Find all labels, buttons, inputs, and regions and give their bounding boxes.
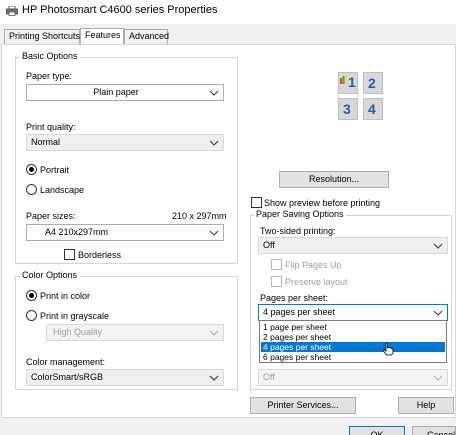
preview-page-4: 4 bbox=[363, 98, 383, 120]
color-management-label: Color management: bbox=[26, 357, 106, 367]
color-bars-icon bbox=[340, 75, 347, 84]
layout-preview: 1 2 3 4 bbox=[335, 68, 387, 124]
pages-per-sheet-options: 1 page per sheet 2 pages per sheet 4 pag… bbox=[259, 320, 447, 363]
chevron-down-icon bbox=[433, 375, 443, 381]
two-sided-value: Off bbox=[263, 240, 275, 250]
printer-icon bbox=[6, 6, 18, 16]
chevron-down-icon bbox=[209, 375, 219, 381]
show-preview-checkbox[interactable] bbox=[251, 197, 262, 208]
chevron-down-icon bbox=[209, 330, 219, 336]
tab-advanced[interactable]: Advanced bbox=[124, 29, 169, 44]
pages-per-sheet-value: 4 pages per sheet bbox=[263, 307, 336, 317]
preserve-layout-checkbox[interactable] bbox=[271, 276, 282, 287]
resolution-button[interactable]: Resolution... bbox=[279, 171, 389, 188]
chevron-down-icon bbox=[433, 310, 443, 316]
option-4-pages-per-sheet[interactable]: 4 pages per sheet bbox=[261, 342, 445, 352]
flip-pages-checkbox[interactable] bbox=[271, 259, 282, 270]
tab-strip: Printing Shortcuts Features Advanced bbox=[0, 28, 456, 45]
paper-size-dropdown[interactable]: A4 210x297mm bbox=[26, 224, 224, 241]
borderless-checkbox[interactable] bbox=[64, 249, 75, 260]
color-options-title: Color Options bbox=[20, 270, 80, 280]
preview-page-2: 2 bbox=[363, 72, 383, 94]
paper-type-value: Plain paper bbox=[93, 87, 139, 97]
portrait-radio[interactable] bbox=[26, 164, 37, 175]
color-management-value: ColorSmart/sRGB bbox=[31, 372, 104, 382]
print-in-color-label: Print in color bbox=[40, 291, 91, 301]
paper-type-label: Paper type: bbox=[26, 71, 73, 81]
print-in-grayscale-radio[interactable] bbox=[26, 310, 37, 321]
preview-page-number: 4 bbox=[368, 101, 376, 117]
chevron-down-icon bbox=[209, 230, 219, 236]
pages-per-sheet-dropdown[interactable]: 4 pages per sheet bbox=[258, 304, 448, 321]
preview-page-number: 2 bbox=[368, 75, 376, 91]
option-1-page-per-sheet[interactable]: 1 page per sheet bbox=[261, 322, 445, 332]
tab-printing-shortcuts[interactable]: Printing Shortcuts bbox=[4, 29, 80, 44]
chevron-down-icon bbox=[433, 243, 443, 249]
grayscale-quality-dropdown[interactable]: High Quality bbox=[46, 324, 224, 341]
basic-options-title: Basic Options bbox=[20, 51, 80, 61]
page-order-value: Off bbox=[263, 372, 275, 382]
pages-per-sheet-label: Pages per sheet: bbox=[260, 293, 329, 303]
print-quality-label: Print quality: bbox=[26, 122, 76, 132]
hand-cursor-icon bbox=[383, 342, 394, 356]
preview-page-3: 3 bbox=[338, 98, 358, 120]
paper-sizes-dims: 210 x 297mm bbox=[172, 211, 227, 221]
page-order-dropdown[interactable]: Off bbox=[258, 369, 448, 386]
title-bar: HP Photosmart C4600 series Properties bbox=[0, 0, 456, 24]
two-sided-dropdown[interactable]: Off bbox=[258, 237, 448, 254]
grayscale-quality-value: High Quality bbox=[53, 327, 103, 337]
print-in-color-radio[interactable] bbox=[26, 290, 37, 301]
flip-pages-label: Flip Pages Up bbox=[285, 260, 342, 270]
help-button[interactable]: Help bbox=[398, 397, 454, 414]
print-quality-dropdown[interactable]: Normal bbox=[26, 134, 224, 151]
show-preview-label: Show preview before printing bbox=[264, 198, 381, 208]
color-management-dropdown[interactable]: ColorSmart/sRGB bbox=[26, 369, 224, 386]
print-quality-value: Normal bbox=[31, 137, 61, 147]
option-6-pages-per-sheet[interactable]: 6 pages per sheet bbox=[261, 352, 445, 362]
cancel-button[interactable]: Cancel bbox=[412, 426, 456, 435]
option-2-pages-per-sheet[interactable]: 2 pages per sheet bbox=[261, 332, 445, 342]
preview-page-number: 3 bbox=[343, 101, 351, 117]
paper-size-value: A4 210x297mm bbox=[45, 227, 109, 237]
paper-saving-title: Paper Saving Options bbox=[254, 209, 346, 219]
portrait-label: Portrait bbox=[40, 165, 70, 175]
landscape-radio[interactable] bbox=[26, 184, 37, 195]
chevron-down-icon bbox=[209, 90, 219, 96]
preview-page-1: 1 bbox=[338, 72, 358, 94]
chevron-down-icon bbox=[209, 140, 219, 146]
landscape-label: Landscape bbox=[40, 185, 85, 195]
borderless-label: Borderless bbox=[78, 250, 122, 260]
two-sided-label: Two-sided printing: bbox=[260, 226, 336, 236]
window-title: HP Photosmart C4600 series Properties bbox=[22, 4, 218, 16]
paper-type-dropdown[interactable]: Plain paper bbox=[26, 84, 224, 101]
paper-sizes-label: Paper sizes: bbox=[26, 211, 76, 221]
preserve-layout-label: Preserve layout bbox=[285, 277, 348, 287]
preview-page-number: 1 bbox=[348, 74, 356, 90]
printer-services-button[interactable]: Printer Services... bbox=[250, 397, 356, 414]
ok-button[interactable]: OK bbox=[349, 426, 405, 435]
tab-features[interactable]: Features bbox=[80, 28, 124, 44]
print-in-grayscale-label: Print in grayscale bbox=[40, 311, 110, 321]
